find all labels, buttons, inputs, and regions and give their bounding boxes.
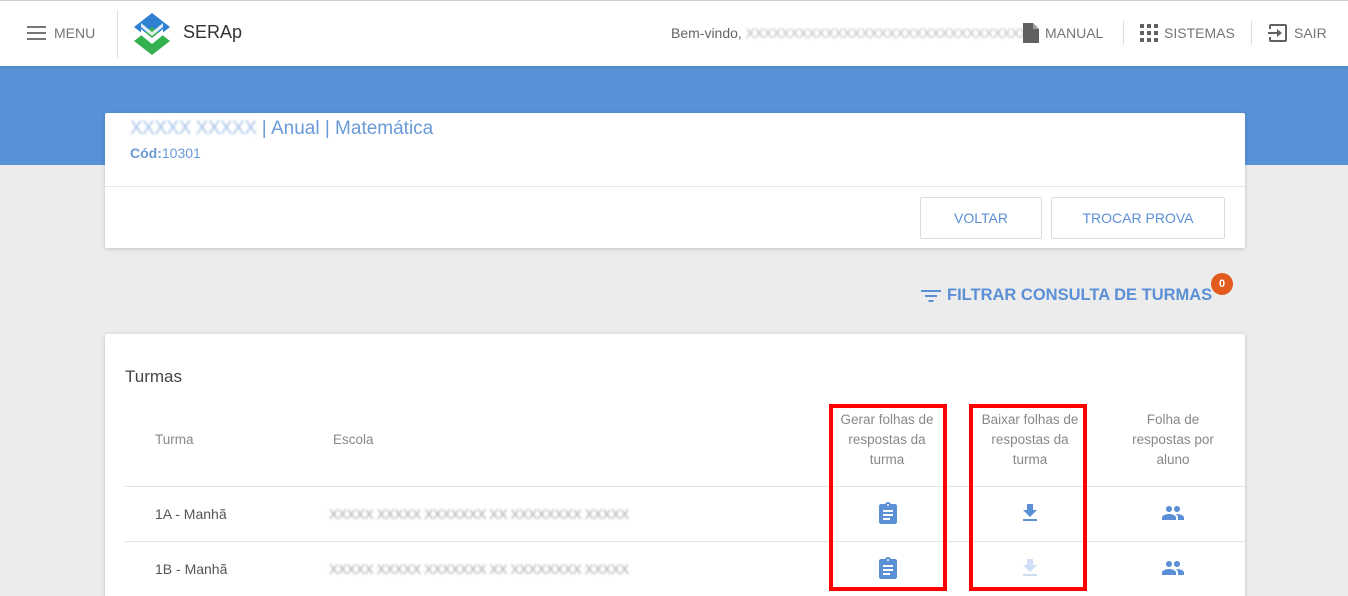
filter-label: FILTRAR CONSULTA DE TURMAS — [947, 286, 1213, 304]
column-header-baixar-line3: turma — [1012, 452, 1048, 467]
app-title: SERAp — [183, 22, 243, 42]
column-header-aluno-line1: Folha de — [1146, 412, 1200, 427]
voltar-button[interactable]: VOLTAR — [920, 197, 1042, 239]
filter-icon — [921, 289, 941, 302]
turma-cell: 1B - Manhã — [155, 561, 228, 577]
sair-label: SAIR — [1294, 25, 1327, 41]
filter-turmas-button[interactable]: FILTRAR CONSULTA DE TURMAS — [921, 286, 1212, 305]
column-header-baixar: Baixar folhas de respostas da turma — [973, 410, 1087, 470]
manual-label: MANUAL — [1045, 25, 1104, 41]
turmas-card: Turmas Turma Escola Gerar folhas de resp… — [105, 334, 1245, 596]
exit-icon — [1268, 24, 1287, 42]
sistemas-label: SISTEMAS — [1164, 25, 1235, 41]
welcome-prefix: Bem-vindo, — [671, 25, 742, 41]
top-bar: MENU SERAp Bem-vindo, XXXXXXXXXXXXXXXXXX… — [0, 0, 1348, 66]
column-header-turma: Turma — [155, 432, 194, 447]
column-header-gerar: Gerar folhas de respostas da turma — [831, 410, 943, 470]
document-icon — [1023, 23, 1039, 43]
trocar-prova-button[interactable]: TROCAR PROVA — [1051, 197, 1225, 239]
test-info-card: XXXXX XXXXX | Anual | Matemática Cód:103… — [105, 113, 1245, 248]
welcome-text: Bem-vindo, XXXXXXXXXXXXXXXXXXXXXXXXXXXXX… — [671, 25, 1029, 41]
table-divider — [125, 486, 1245, 487]
column-header-escola: Escola — [333, 432, 374, 447]
header-divider — [117, 10, 118, 58]
clipboard-icon[interactable] — [876, 501, 900, 525]
test-title-suffix: | Anual | Matemática — [256, 118, 434, 139]
download-icon[interactable] — [1018, 501, 1042, 525]
nav-divider — [1251, 21, 1252, 45]
column-header-baixar-line2: respostas da — [991, 432, 1069, 447]
table-divider — [125, 541, 1245, 542]
card-divider — [105, 186, 1245, 187]
column-header-baixar-line1: Baixar folhas de — [981, 412, 1079, 427]
menu-label: MENU — [54, 25, 96, 41]
sair-link[interactable]: SAIR — [1268, 22, 1327, 44]
escola-cell-redacted: XXXXX XXXXX XXXXXXX XX XXXXXXXX XXXXX — [329, 506, 629, 522]
sistemas-link[interactable]: SISTEMAS — [1140, 22, 1235, 44]
menu-icon — [27, 26, 46, 40]
column-header-aluno-line3: aluno — [1156, 452, 1190, 467]
menu-button[interactable]: MENU — [27, 23, 95, 43]
download-icon-disabled — [1023, 559, 1037, 576]
filter-count-badge: 0 — [1211, 273, 1233, 295]
people-icon[interactable] — [1161, 556, 1185, 580]
nav-divider — [1123, 21, 1124, 45]
logo-icon — [134, 13, 170, 55]
test-title: XXXXX XXXXX | Anual | Matemática — [130, 118, 433, 140]
apps-grid-icon — [1140, 24, 1158, 42]
column-header-gerar-line1: Gerar folhas de — [840, 412, 934, 427]
turmas-title: Turmas — [125, 367, 182, 386]
welcome-user-redacted: XXXXXXXXXXXXXXXXXXXXXXXXXXXXXXXX — [745, 25, 1029, 41]
column-header-gerar-line3: turma — [869, 452, 905, 467]
column-header-aluno-line2: respostas por — [1132, 432, 1214, 447]
test-code-value: 10301 — [161, 145, 201, 161]
manual-link[interactable]: MANUAL — [1022, 22, 1103, 44]
column-header-aluno: Folha de respostas por aluno — [1115, 410, 1231, 470]
column-header-gerar-line2: respostas da — [848, 432, 926, 447]
clipboard-icon[interactable] — [876, 556, 900, 580]
test-code: Cód:10301 — [130, 145, 201, 161]
test-name-redacted: XXXXX XXXXX — [130, 118, 257, 139]
people-icon[interactable] — [1161, 501, 1185, 525]
test-code-label: Cód: — [130, 145, 162, 161]
turma-cell: 1A - Manhã — [155, 506, 227, 522]
escola-cell-redacted: XXXXX XXXXX XXXXXXX XX XXXXXXXX XXXXX — [329, 561, 629, 577]
